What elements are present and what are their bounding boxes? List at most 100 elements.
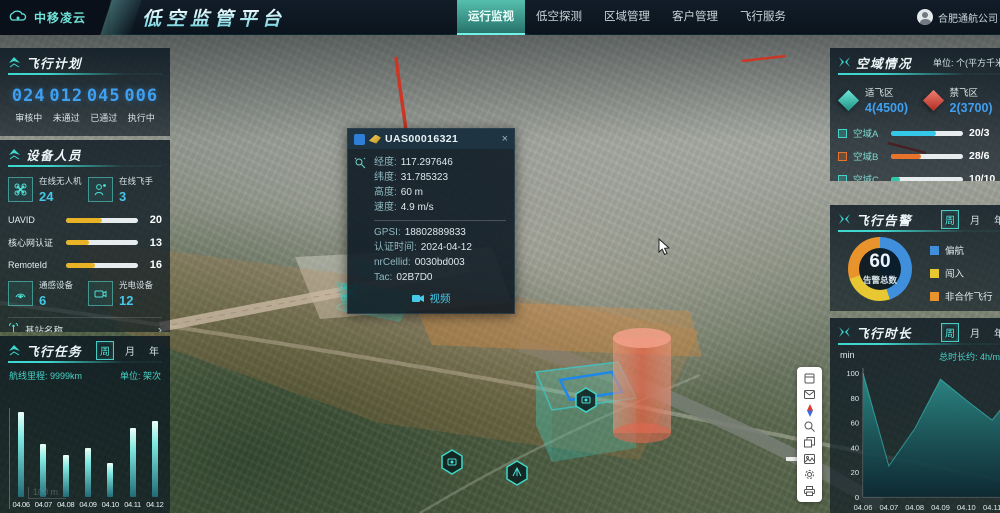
tab-month[interactable]: 月 — [967, 211, 983, 228]
device-bar-core-auth: 核心网认证 13 — [8, 236, 162, 249]
panel-devices: 设备人员 在线无人机 24 在线飞手 3 — [0, 140, 170, 332]
progress-fill — [891, 131, 936, 136]
panel-title: 飞行任务 — [26, 341, 82, 360]
app: 100 m 中移凌云 低空监管平台 运行监视 低空探测 区域管理 客户管理 飞行… — [0, 0, 1000, 513]
device-bar-uavid: UAVID 20 — [8, 214, 162, 226]
tab-year[interactable]: 年 — [991, 211, 1000, 228]
alerts-legend: 偏航 闯入 非合作飞行 — [930, 243, 993, 303]
progress-fill — [66, 218, 102, 223]
pilot-icon — [88, 177, 113, 202]
alerts-donut-chart: 60 告警总数 — [848, 237, 912, 301]
svg-text:0: 0 — [855, 493, 859, 502]
card-optical-devices: 光电设备 12 — [88, 279, 162, 308]
card-sensing-devices: 通感设备 6 — [8, 279, 82, 308]
frame-icon[interactable] — [801, 372, 818, 385]
legend-noncooperative: 非合作飞行 — [930, 289, 993, 303]
unit-label: 单位: 架次 — [120, 369, 161, 382]
zone-square-icon — [838, 175, 847, 182]
alert-cylinder[interactable] — [613, 328, 671, 443]
nav-item-customer-management[interactable]: 客户管理 — [661, 0, 729, 35]
gear-icon[interactable] — [801, 468, 818, 481]
tab-month[interactable]: 月 — [967, 324, 983, 341]
base-station-icon — [8, 321, 19, 333]
tab-year[interactable]: 年 — [146, 342, 162, 359]
svg-text:04.09: 04.09 — [931, 503, 950, 512]
panel-title: 飞行计划 — [26, 53, 82, 72]
svg-text:04.06: 04.06 — [854, 503, 873, 512]
device-marker-hex[interactable] — [507, 461, 527, 485]
layers-icon[interactable] — [801, 436, 818, 449]
total-duration: 总时长约: 4h/min — [939, 350, 1000, 363]
info-row-auth-time: 认证时间:2024-04-12 — [374, 240, 506, 255]
svg-text:20: 20 — [851, 468, 859, 477]
zone-suitable-fly: 适飞区 4(4500) — [838, 85, 923, 115]
airspace-row-c: 空域C 10/10 — [838, 172, 1000, 181]
nav-item-operation-monitor[interactable]: 运行监视 — [457, 0, 525, 35]
period-tabs: 周 月 年 — [941, 210, 1000, 229]
alert-total: 60 — [869, 252, 890, 271]
panel-wing-icon — [8, 344, 21, 357]
progress-fill — [66, 240, 89, 245]
drone-info-popup: UAS00016321 × 经度:117.297646 纬度:31.785323… — [347, 128, 515, 314]
drone-icon — [8, 177, 33, 202]
track-target-icon[interactable] — [354, 156, 366, 174]
nav-item-area-management[interactable]: 区域管理 — [593, 0, 661, 35]
info-row-longitude: 经度:117.297646 — [374, 155, 506, 170]
info-row-nrcellid: nrCellid:0030bd003 — [374, 255, 506, 270]
info-row-speed: 速度:4.9 m/s — [374, 200, 506, 215]
image-icon[interactable] — [801, 452, 818, 465]
info-row-latitude: 纬度:31.785323 — [374, 170, 506, 185]
legend-intrusion: 闯入 — [930, 266, 993, 280]
link-base-station[interactable]: 基站名称 › — [8, 317, 162, 332]
legend-swatch — [930, 292, 939, 301]
progress-fill — [66, 263, 95, 268]
route-mileage: 航线里程: 9999km — [9, 369, 82, 382]
zone-square-icon — [838, 129, 847, 138]
compass-icon[interactable] — [801, 404, 818, 417]
airspace-row-b: 空域B 28/6 — [838, 149, 1000, 163]
y-axis-unit: min — [840, 350, 855, 363]
video-button[interactable]: 视频 — [348, 287, 514, 313]
panel-title: 设备人员 — [26, 145, 82, 164]
panel-x-icon — [838, 56, 851, 69]
tab-week[interactable]: 周 — [96, 341, 114, 360]
nav-item-flight-service[interactable]: 飞行服务 — [729, 0, 797, 35]
tab-week[interactable]: 周 — [941, 210, 959, 229]
panel-flight-tasks: 飞行任务 周 月 年 航线里程: 9999km 单位: 架次 04.0604.0… — [0, 336, 170, 513]
svg-text:04.10: 04.10 — [957, 503, 976, 512]
search-icon[interactable] — [801, 420, 818, 433]
video-camera-icon — [412, 294, 425, 303]
envelope-icon[interactable] — [801, 388, 818, 401]
tab-week[interactable]: 周 — [941, 323, 959, 342]
device-marker-hex[interactable] — [576, 388, 596, 412]
svg-text:40: 40 — [851, 443, 859, 452]
printer-icon[interactable] — [801, 484, 818, 497]
account-menu[interactable]: 合肥通航公司 — [917, 9, 998, 25]
svg-text:04.08: 04.08 — [905, 503, 924, 512]
popup-header: UAS00016321 × — [348, 129, 514, 149]
panel-title: 飞行时长 — [856, 323, 912, 342]
airspace-row-a: 空域A 20/3 — [838, 126, 1000, 140]
panel-title: 空域情况 — [856, 53, 912, 72]
close-icon[interactable]: × — [502, 134, 508, 145]
period-tabs: 周 月 年 — [941, 323, 1000, 342]
tab-year[interactable]: 年 — [991, 324, 1000, 341]
svg-text:80: 80 — [851, 394, 859, 403]
logo-cloud-icon — [8, 10, 28, 24]
no-fly-zone-diamond-icon — [922, 89, 943, 110]
stat-approved: 045 已通过 — [85, 86, 123, 124]
stat-rejected: 012 未通过 — [48, 86, 86, 124]
logo: 中移凌云 — [0, 0, 110, 35]
progress-track — [891, 154, 963, 159]
nav-item-low-altitude-detect[interactable]: 低空探测 — [525, 0, 593, 35]
panel-x-icon — [838, 326, 851, 339]
divider — [374, 220, 506, 221]
panel-title-underline — [838, 230, 1000, 232]
tab-month[interactable]: 月 — [122, 342, 138, 359]
legend-swatch — [930, 269, 939, 278]
gold-plane-icon — [369, 135, 381, 144]
stat-reviewing: 024 审核中 — [10, 86, 48, 124]
panel-x-icon — [838, 213, 851, 226]
device-marker-hex[interactable] — [442, 450, 462, 474]
zone-square-icon — [838, 152, 847, 161]
